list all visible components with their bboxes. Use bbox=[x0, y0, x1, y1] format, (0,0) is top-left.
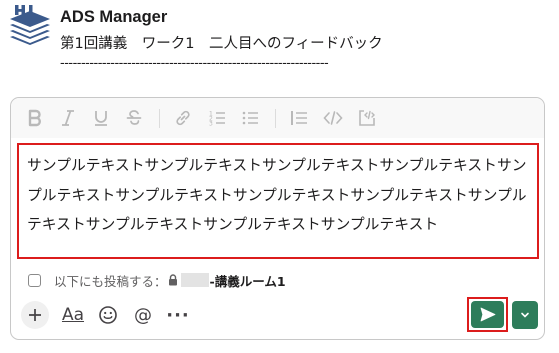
message-composer: 123 サンプルテキストサンプルテキストサンプルテキストサンプルテキストサンプル… bbox=[10, 97, 545, 340]
formatting-icon[interactable]: Aa bbox=[58, 300, 88, 330]
underline-icon[interactable] bbox=[89, 106, 113, 130]
message-body-line: 第1回講義 ワーク1 二人目へのフィードバック bbox=[60, 36, 383, 52]
composer-actions-bar: Aa @ ··· bbox=[11, 296, 544, 336]
formatting-toolbar: 123 bbox=[11, 98, 544, 138]
bold-icon[interactable] bbox=[23, 106, 47, 130]
svg-text:3: 3 bbox=[209, 121, 213, 128]
message-sender-name[interactable]: ADS Manager bbox=[60, 8, 167, 27]
strikethrough-icon[interactable] bbox=[122, 106, 146, 130]
italic-icon[interactable] bbox=[56, 106, 80, 130]
toolbar-divider bbox=[159, 109, 160, 128]
message-input[interactable]: サンプルテキストサンプルテキストサンプルテキストサンプルテキストサンプルテキスト… bbox=[17, 143, 539, 259]
toolbar-divider bbox=[275, 109, 276, 128]
lock-icon bbox=[168, 274, 178, 286]
message-divider-line: ----------------------------------------… bbox=[60, 56, 329, 71]
code-block-icon[interactable] bbox=[355, 106, 379, 130]
draft-text[interactable]: サンプルテキストサンプルテキストサンプルテキストサンプルテキストサンプルテキスト… bbox=[27, 151, 529, 240]
send-options-button[interactable] bbox=[512, 301, 538, 329]
mention-icon[interactable]: @ bbox=[130, 302, 156, 328]
channel-name[interactable]: -講義ルーム1 bbox=[210, 271, 286, 290]
emoji-icon[interactable] bbox=[95, 302, 121, 328]
bulleted-list-icon[interactable] bbox=[238, 106, 262, 130]
send-button[interactable] bbox=[471, 301, 504, 328]
more-icon[interactable]: ··· bbox=[165, 302, 191, 328]
also-send-option: 以下にも投稿する： -講義ルーム1 bbox=[28, 269, 286, 291]
link-icon[interactable] bbox=[171, 106, 195, 130]
send-button-highlight bbox=[467, 297, 508, 332]
chevron-down-icon bbox=[521, 312, 529, 318]
send-icon bbox=[480, 307, 495, 322]
plus-icon[interactable] bbox=[21, 301, 49, 329]
ordered-list-icon[interactable]: 123 bbox=[205, 106, 229, 130]
app-logo-icon bbox=[9, 5, 51, 51]
code-icon[interactable] bbox=[321, 106, 345, 130]
redacted-channel-prefix bbox=[180, 273, 209, 287]
also-send-checkbox[interactable] bbox=[28, 273, 41, 287]
also-send-label: 以下にも投稿する： bbox=[54, 273, 167, 289]
blockquote-icon[interactable] bbox=[287, 106, 311, 130]
